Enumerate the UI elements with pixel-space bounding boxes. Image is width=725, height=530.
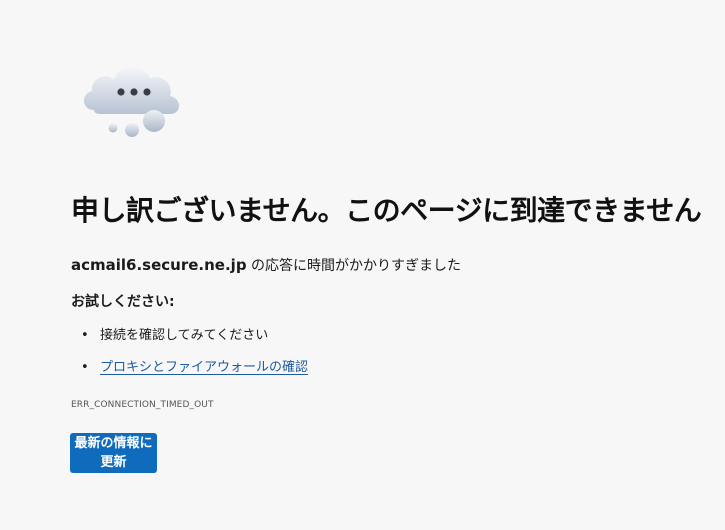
error-detail: acmail6.secure.ne.jp の応答に時間がかかりすぎました	[71, 255, 461, 276]
detail-message: の応答に時間がかかりすぎました	[246, 258, 462, 274]
refresh-button[interactable]: 最新の情報に更新	[70, 433, 157, 473]
bullet-icon: •	[81, 360, 89, 375]
list-item: • 接続を確認してみてください	[71, 326, 308, 358]
suggestion-list: • 接続を確認してみてください • プロキシとファイアウォールの確認	[71, 326, 308, 390]
suggestion-check-connection: 接続を確認してみてください	[100, 328, 269, 343]
bullet-icon: •	[81, 328, 89, 343]
host-name: acmail6.secure.ne.jp	[71, 256, 247, 274]
page-title: 申し訳ございません。このページに到達できません	[71, 194, 702, 227]
proxy-firewall-link[interactable]: プロキシとファイアウォールの確認	[100, 360, 308, 375]
list-item: • プロキシとファイアウォールの確認	[71, 358, 308, 390]
try-heading: お試しください:	[71, 294, 175, 310]
cloud-thinking-icon	[83, 66, 179, 137]
error-page: 申し訳ございません。このページに到達できません acmail6.secure.n…	[0, 0, 725, 530]
error-code: ERR_CONNECTION_TIMED_OUT	[71, 400, 214, 410]
